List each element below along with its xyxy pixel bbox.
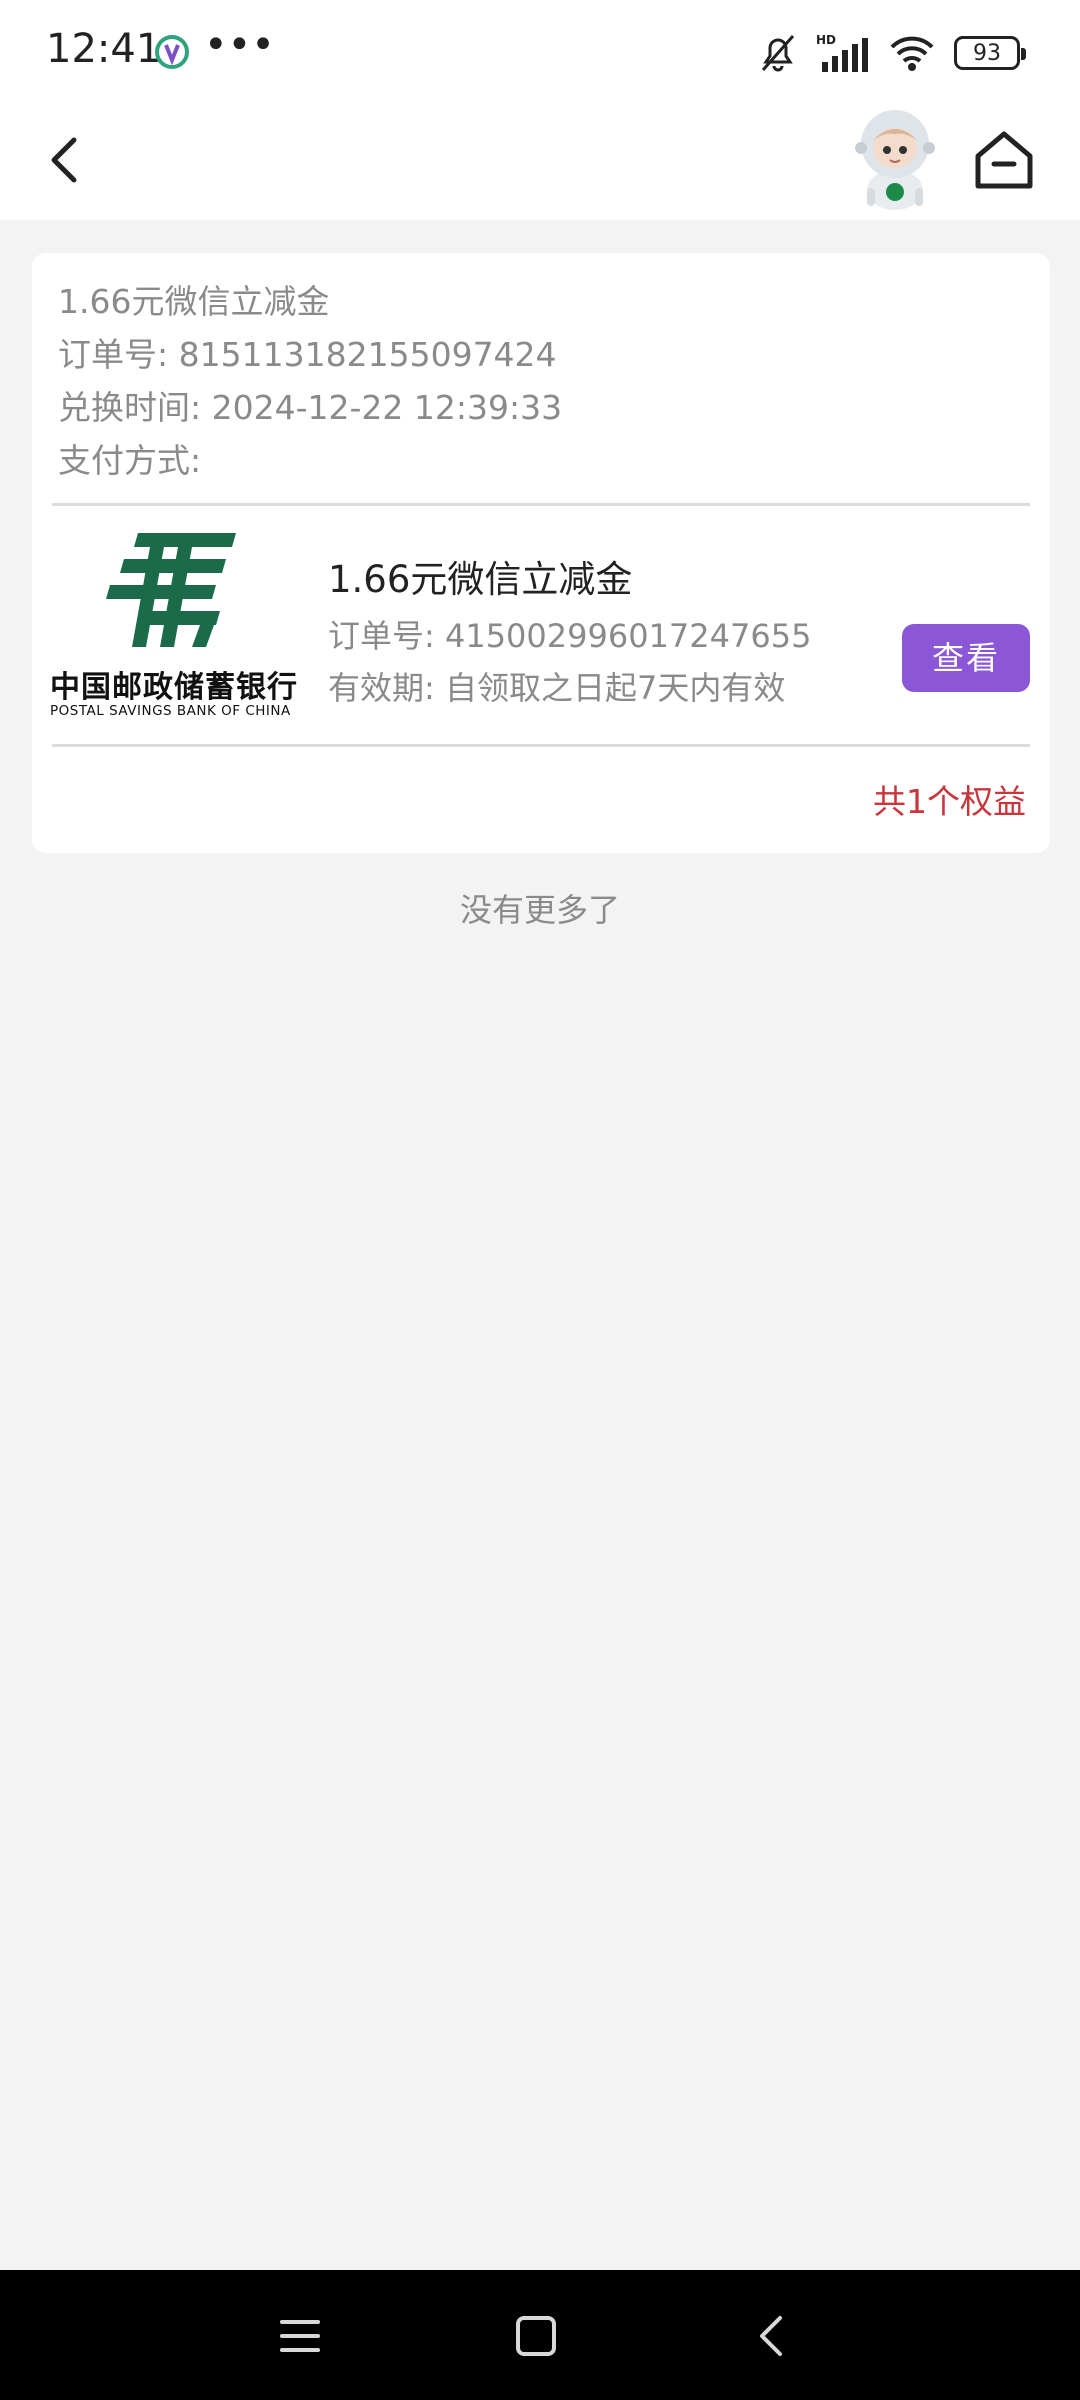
no-more-text: 没有更多了 <box>459 891 620 929</box>
total-benefits: 共1个权益 <box>873 782 1026 821</box>
status-icons: HD 93 <box>740 30 1026 76</box>
wifi-icon <box>890 36 934 71</box>
battery-icon: 93 <box>954 36 1026 70</box>
view-button[interactable]: 查看 <box>902 624 1030 692</box>
item-order-number-label: 订单号: <box>328 617 435 655</box>
astronaut-mascot[interactable] <box>845 104 945 212</box>
menu-icon[interactable] <box>272 2308 328 2364</box>
bank-logo: 中国邮政储蓄银行 POSTAL SAVINGS BANK OF CHINA <box>50 525 300 725</box>
item-validity-value: 自领取之日起7天内有效 <box>444 669 786 707</box>
exchange-time-row: 兑换时间: 2024-12-22 12:39:33 <box>58 381 562 434</box>
order-card: 1.66元微信立减金 订单号: 815113182155097424 兑换时间:… <box>32 253 1050 853</box>
item-order-number-value: 415002996017247655 <box>444 617 812 655</box>
hd-signal-icon: HD <box>816 33 868 72</box>
postal-bank-emblem <box>106 533 236 647</box>
bank-name-cn: 中国邮政储蓄银行 <box>50 670 298 705</box>
order-number-row: 订单号: 815113182155097424 <box>58 328 562 381</box>
order-number-value: 815113182155097424 <box>178 335 557 374</box>
status-bar: 12:41 ••• HD 93 <box>0 0 1080 104</box>
svg-text:HD: HD <box>816 33 836 47</box>
exchange-time-value: 2024-12-22 12:39:33 <box>211 388 563 427</box>
divider <box>52 744 1030 747</box>
item-order-number-row: 订单号: 415002996017247655 <box>328 611 811 657</box>
item-validity-label: 有效期: <box>328 669 435 707</box>
home-square-icon[interactable] <box>508 2308 564 2364</box>
payment-method-label: 支付方式: <box>58 441 202 480</box>
back-icon[interactable] <box>744 2308 800 2364</box>
bell-muted-icon <box>761 35 795 72</box>
status-time: 12:41 <box>46 26 162 72</box>
divider <box>52 503 1030 506</box>
bank-name-en: POSTAL SAVINGS BANK OF CHINA <box>50 703 291 719</box>
order-number-label: 订单号: <box>58 335 169 374</box>
battery-level: 93 <box>973 40 1001 66</box>
home-button[interactable] <box>968 124 1040 196</box>
exchange-time-label: 兑换时间: <box>58 388 202 427</box>
order-info: 1.66元微信立减金 订单号: 815113182155097424 兑换时间:… <box>58 275 562 487</box>
back-button[interactable] <box>30 124 102 196</box>
more-dots: ••• <box>204 22 275 68</box>
top-nav-bar <box>0 104 1080 220</box>
payment-method-row: 支付方式: <box>58 434 562 487</box>
system-nav-bar <box>0 2270 1080 2400</box>
item-title: 1.66元微信立减金 <box>328 558 633 601</box>
app-notification-icon <box>155 35 189 69</box>
order-title: 1.66元微信立减金 <box>58 282 330 321</box>
item-validity-row: 有效期: 自领取之日起7天内有效 <box>328 663 785 709</box>
